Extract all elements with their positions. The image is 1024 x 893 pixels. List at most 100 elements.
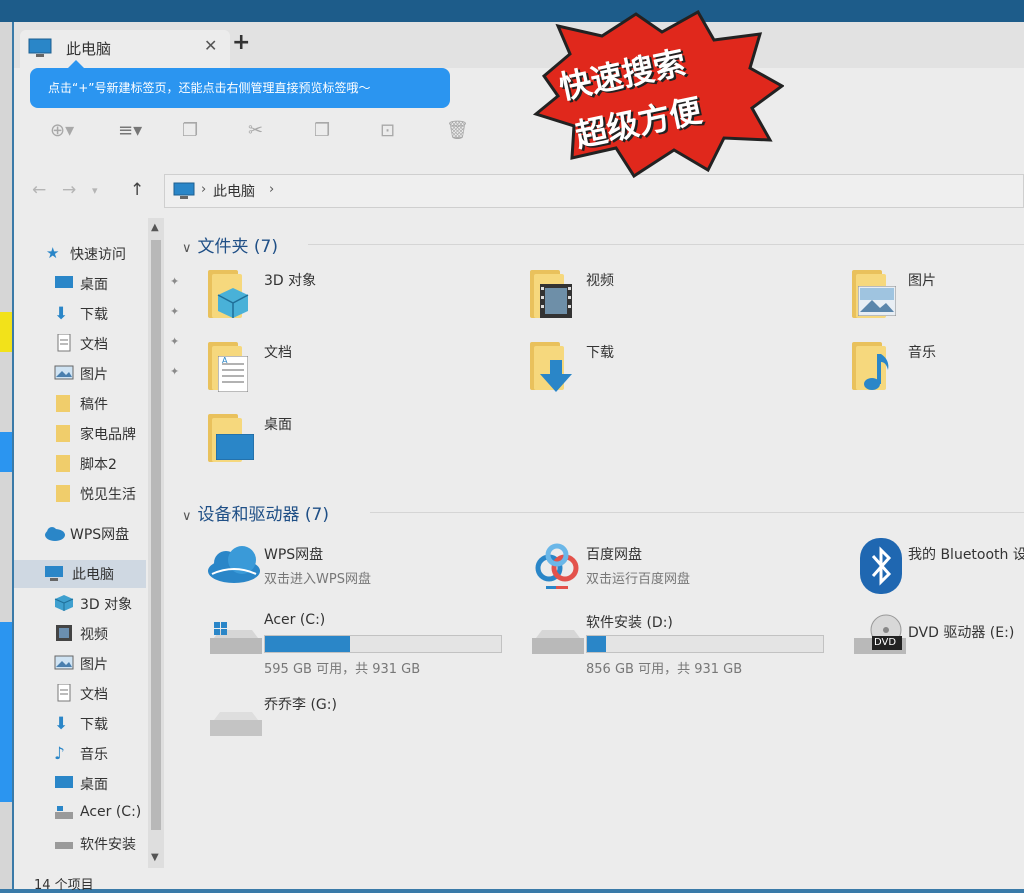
drive-d[interactable]: 软件安装 (D:) 856 GB 可用，共 931 GB [524, 606, 824, 677]
folders-group-header[interactable]: ∨ 文件夹 (7) [182, 232, 278, 257]
drive-icon [54, 804, 74, 822]
nav-pc-desktop[interactable]: 桌面 [54, 770, 154, 798]
desktop-icon [202, 408, 262, 468]
drive-free-space: 595 GB 可用，共 931 GB [264, 662, 421, 677]
picture-icon [846, 264, 906, 324]
music-icon [846, 336, 906, 396]
device-wps-drive[interactable]: WPS网盘 双击进入WPS网盘 [202, 538, 502, 604]
nav-item-pictures[interactable]: 图片 ✦ [54, 360, 179, 388]
nav-item-label: 视频 [80, 627, 108, 643]
nav-pc-drive-d[interactable]: 软件安装 [54, 830, 154, 858]
new-tab-button[interactable]: + [232, 30, 250, 55]
download-icon: ⬇ [54, 304, 69, 324]
folder-documents[interactable]: A 文档 [202, 336, 502, 402]
nav-pc-downloads[interactable]: ⬇ 下载 [54, 710, 154, 738]
view-icon[interactable]: ≡▾ [118, 120, 142, 141]
device-subtitle: 双击进入WPS网盘 [264, 572, 371, 587]
drive-usage-bar [264, 635, 502, 653]
folder-videos[interactable]: 视频 [524, 264, 824, 330]
drive-usage-bar [586, 635, 824, 653]
nav-item-label: Acer (C:) [80, 804, 142, 820]
nav-item-label: 文档 [80, 687, 108, 703]
document-icon [54, 333, 74, 352]
nav-item-documents[interactable]: 文档 ✦ [54, 330, 179, 358]
nav-item-folder[interactable]: 稿件 [54, 390, 154, 418]
folder-pictures[interactable]: 图片 [846, 264, 1024, 330]
drive-label: DVD 驱动器 (E:) [908, 625, 1015, 641]
video-icon [54, 624, 74, 642]
divider [308, 244, 1024, 245]
delete-icon[interactable]: 🗑 [446, 120, 469, 141]
computer-icon [28, 38, 52, 62]
nav-item-label: 脚本2 [80, 457, 117, 473]
device-label: 百度网盘 [586, 547, 642, 563]
nav-this-pc[interactable]: 此电脑 [14, 560, 146, 588]
close-tab-icon[interactable]: ✕ [204, 36, 217, 55]
nav-pc-music[interactable]: ♪ 音乐 [54, 740, 154, 768]
cloud-icon [202, 538, 262, 598]
folder-downloads[interactable]: 下载 [524, 336, 824, 402]
download-icon: ⬇ [54, 714, 69, 734]
svg-text:A: A [222, 356, 228, 365]
nav-item-folder[interactable]: 悦见生活 [54, 480, 154, 508]
nav-item-desktop[interactable]: 桌面 ✦ [54, 270, 179, 298]
folder-icon [54, 394, 74, 412]
nav-item-label: 桌面 [80, 277, 108, 293]
dvd-drive-icon: DVD [846, 606, 906, 666]
address-row: ← → ▾ ↑ › 此电脑 › [14, 172, 1024, 210]
computer-icon [44, 564, 64, 582]
drive-c[interactable]: Acer (C:) 595 GB 可用，共 931 GB [202, 606, 502, 677]
nav-item-label: 此电脑 [72, 567, 114, 583]
nav-scrollbar[interactable]: ▲ ▼ [148, 218, 164, 868]
baidu-netdisk-icon [524, 538, 584, 598]
nav-pc-documents[interactable]: 文档 [54, 680, 154, 708]
nav-item-label: 悦见生活 [80, 487, 136, 503]
rename-icon[interactable]: ⊡ [380, 120, 395, 141]
drive-label: 软件安装 (D:) [586, 615, 673, 631]
breadcrumb-this-pc[interactable]: 此电脑 [213, 181, 255, 201]
nav-pc-3d-objects[interactable]: 3D 对象 [54, 590, 154, 618]
music-icon: ♪ [54, 744, 65, 764]
device-label: 我的 Bluetooth 设 [908, 547, 1024, 563]
drive-g[interactable]: 乔乔李 (G:) [202, 688, 502, 754]
nav-item-folder[interactable]: 家电品牌 [54, 420, 154, 448]
up-button[interactable]: ↑ [130, 180, 144, 200]
tab-this-pc[interactable]: 此电脑 ✕ [20, 30, 230, 68]
nav-quick-access[interactable]: ★ 快速访问 [46, 240, 156, 268]
new-icon[interactable]: ⊕▾ [50, 120, 74, 141]
3d-objects-icon [54, 594, 74, 612]
drive-icon [202, 606, 262, 666]
paste-icon[interactable]: ❒ [314, 120, 330, 141]
folder-3d-objects[interactable]: 3D 对象 [202, 264, 502, 330]
forward-button[interactable]: → [62, 180, 76, 200]
drive-label: Acer (C:) [264, 612, 326, 628]
nav-item-label: 图片 [80, 657, 108, 673]
folder-music[interactable]: 音乐 [846, 336, 1024, 402]
cut-icon[interactable]: ✂ [248, 120, 263, 141]
nav-pc-drive-c[interactable]: Acer (C:) [54, 800, 154, 828]
scroll-up-icon[interactable]: ▲ [151, 222, 159, 233]
folder-desktop[interactable]: 桌面 [202, 408, 502, 474]
nav-wps-drive[interactable]: WPS网盘 [44, 520, 154, 548]
breadcrumb-separator[interactable]: › [269, 182, 274, 197]
nav-item-label: 下载 [80, 717, 108, 733]
folder-icon [54, 484, 74, 502]
copy-icon[interactable]: ❐ [182, 120, 198, 141]
nav-pc-videos[interactable]: 视频 [54, 620, 154, 648]
folder-label: 下载 [586, 345, 614, 361]
scrollbar-thumb[interactable] [151, 240, 161, 830]
nav-pc-pictures[interactable]: 图片 [54, 650, 154, 678]
nav-item-folder[interactable]: 脚本2 [54, 450, 154, 478]
device-baidu-drive[interactable]: 百度网盘 双击运行百度网盘 [524, 538, 824, 604]
devices-group-header[interactable]: ∨ 设备和驱动器 (7) [182, 500, 329, 525]
drive-icon [54, 834, 74, 852]
nav-item-downloads[interactable]: ⬇ 下载 ✦ [54, 300, 179, 328]
drive-dvd[interactable]: DVD DVD 驱动器 (E:) [846, 606, 1024, 672]
recent-dropdown-icon[interactable]: ▾ [92, 184, 98, 197]
explorer-window: 此电脑 ✕ + 点击“+”号新建标签页，还能点击右侧管理直接预览标签哦～ ⊕▾ … [14, 22, 1024, 893]
status-bar: 14 个项目 [34, 878, 94, 893]
scroll-down-icon[interactable]: ▼ [151, 852, 159, 863]
device-bluetooth[interactable]: 我的 Bluetooth 设 [846, 538, 1024, 604]
drive-icon [202, 688, 262, 748]
back-button[interactable]: ← [32, 180, 46, 200]
